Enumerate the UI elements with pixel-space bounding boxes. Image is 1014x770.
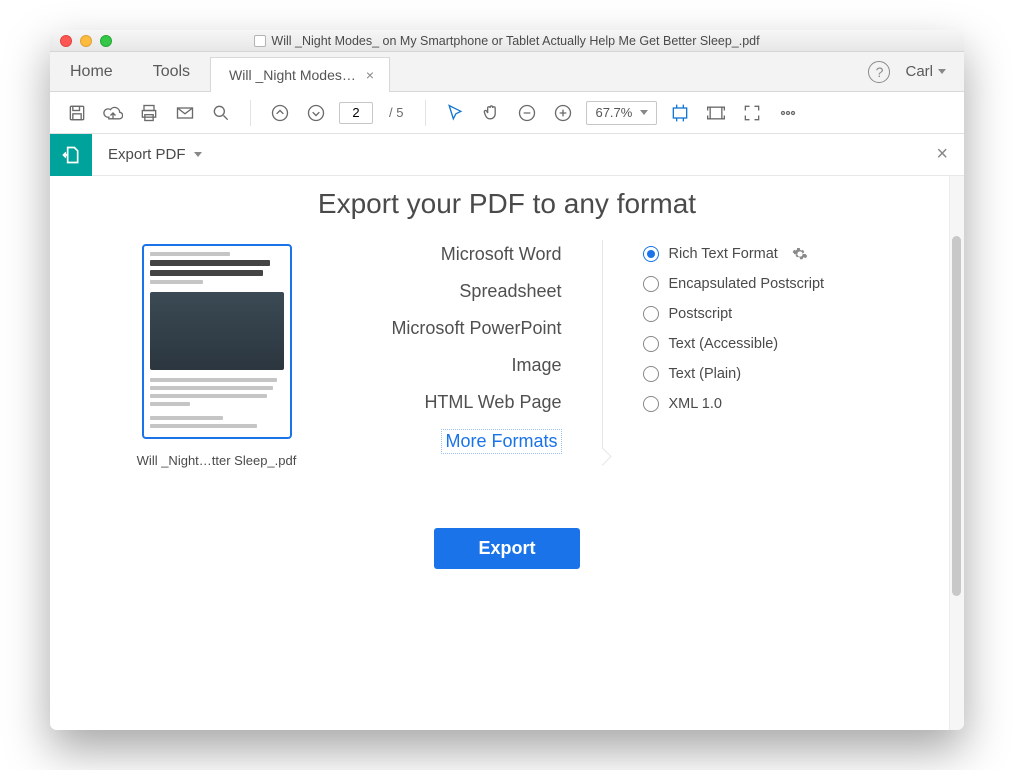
nav-home[interactable]: Home (50, 52, 133, 91)
print-icon[interactable] (136, 100, 162, 126)
format-category[interactable]: More Formats (441, 429, 561, 454)
window-minimize-button[interactable] (80, 35, 92, 47)
close-tab-button[interactable]: × (366, 67, 374, 83)
scrollbar-thumb[interactable] (952, 236, 961, 596)
format-option-label: Encapsulated Postscript (669, 276, 825, 292)
zoom-dropdown[interactable]: 67.7% (586, 101, 657, 125)
page-down-icon[interactable] (303, 100, 329, 126)
radio-icon[interactable] (643, 246, 659, 262)
document-filename: Will _Night…tter Sleep_.pdf (137, 453, 297, 468)
format-category[interactable]: Image (511, 355, 561, 376)
export-heading: Export your PDF to any format (50, 188, 964, 220)
gear-icon[interactable] (792, 246, 808, 262)
caret-down-icon (194, 152, 202, 157)
format-option[interactable]: Text (Accessible) (643, 336, 893, 352)
scrollbar[interactable] (949, 176, 964, 730)
page-total: / 5 (383, 105, 409, 120)
export-badge-icon (50, 134, 92, 176)
format-options-list: Rich Text Format Encapsulated Postscript P… (643, 244, 893, 468)
close-panel-button[interactable]: × (936, 143, 948, 166)
save-icon[interactable] (64, 100, 90, 126)
format-option-label: Postscript (669, 306, 733, 322)
mail-icon[interactable] (172, 100, 198, 126)
zoom-out-icon[interactable] (514, 100, 540, 126)
app-top-nav: Home Tools Will _Night Modes… × ? Carl (50, 52, 964, 92)
format-category[interactable]: Microsoft Word (441, 244, 562, 265)
format-option-label: Rich Text Format (669, 246, 778, 262)
format-category[interactable]: Spreadsheet (459, 281, 561, 302)
format-option-label: XML 1.0 (669, 396, 722, 412)
radio-icon[interactable] (643, 366, 659, 382)
help-icon[interactable]: ? (868, 61, 890, 83)
cloud-upload-icon[interactable] (100, 100, 126, 126)
document-tab-label: Will _Night Modes… (229, 67, 356, 83)
radio-icon[interactable] (643, 396, 659, 412)
main-toolbar: / 5 67.7% (50, 92, 964, 134)
select-tool-icon[interactable] (442, 100, 468, 126)
radio-icon[interactable] (643, 336, 659, 352)
radio-icon[interactable] (643, 306, 659, 322)
caret-down-icon (938, 69, 946, 74)
window-titlebar: Will _Night Modes_ on My Smartphone or T… (50, 30, 964, 52)
more-icon[interactable] (775, 100, 801, 126)
window-maximize-button[interactable] (100, 35, 112, 47)
document-thumbnail[interactable] (142, 244, 292, 439)
format-option[interactable]: Rich Text Format (643, 246, 893, 262)
user-menu[interactable]: Carl (905, 52, 964, 91)
format-option[interactable]: Text (Plain) (643, 366, 893, 382)
column-divider (602, 240, 603, 462)
format-option[interactable]: Postscript (643, 306, 893, 322)
radio-icon[interactable] (643, 276, 659, 292)
zoom-value: 67.7% (595, 105, 632, 120)
hand-tool-icon[interactable] (478, 100, 504, 126)
format-option[interactable]: XML 1.0 (643, 396, 893, 412)
caret-down-icon (640, 110, 648, 115)
window-close-button[interactable] (60, 35, 72, 47)
document-preview: Will _Night…tter Sleep_.pdf (122, 244, 312, 468)
page-number-input[interactable] (339, 102, 373, 124)
fit-page-icon[interactable] (703, 100, 729, 126)
export-panel: Export your PDF to any format Wil (50, 176, 964, 730)
format-option-label: Text (Accessible) (669, 336, 779, 352)
zoom-in-icon[interactable] (550, 100, 576, 126)
nav-tools[interactable]: Tools (133, 52, 210, 91)
format-category-list: Microsoft Word Spreadsheet Microsoft Power… (352, 244, 562, 468)
page-up-icon[interactable] (267, 100, 293, 126)
search-icon[interactable] (208, 100, 234, 126)
format-option[interactable]: Encapsulated Postscript (643, 276, 893, 292)
format-category[interactable]: Microsoft PowerPoint (391, 318, 561, 339)
document-tab[interactable]: Will _Night Modes… × (210, 57, 390, 92)
fullscreen-icon[interactable] (739, 100, 765, 126)
format-option-label: Text (Plain) (669, 366, 742, 382)
document-icon (254, 35, 266, 47)
export-pdf-menu[interactable]: Export PDF (92, 146, 218, 163)
window-title: Will _Night Modes_ on My Smartphone or T… (271, 34, 759, 48)
fit-width-icon[interactable] (667, 100, 693, 126)
export-pdf-label: Export PDF (108, 146, 186, 163)
user-name: Carl (905, 63, 933, 80)
export-pdf-bar: Export PDF × (50, 134, 964, 176)
export-button[interactable]: Export (434, 528, 579, 569)
format-category[interactable]: HTML Web Page (424, 392, 561, 413)
